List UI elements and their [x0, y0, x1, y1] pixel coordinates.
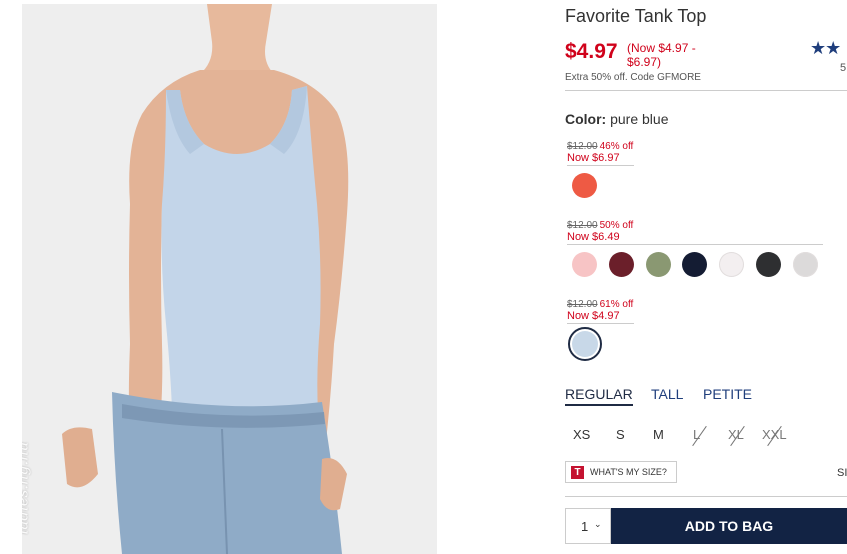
rating-stars[interactable]: ★★ — [810, 38, 841, 59]
product-image[interactable]: ladies.ng.nu — [22, 4, 437, 554]
color-swatch-heather-grey[interactable] — [793, 252, 818, 277]
sale-price: $4.97 — [565, 40, 618, 63]
color-value: pure blue — [610, 111, 669, 127]
discount-percent: 50% off — [599, 220, 634, 231]
tab-fit-regular[interactable]: REGULAR — [565, 386, 633, 406]
price-tier-3: $12.00 61% off Now $4.97 — [567, 299, 633, 322]
original-price: $12.00 — [567, 141, 598, 152]
color-swatch-olive[interactable] — [646, 252, 671, 277]
color-swatch-navy[interactable] — [682, 252, 707, 277]
divider — [565, 496, 847, 497]
true-fit-logo-icon: T — [571, 466, 584, 479]
color-swatch-coral[interactable] — [572, 173, 597, 198]
price-tier-1: $12.00 46% off Now $6.97 — [567, 141, 633, 164]
tier-now-price: Now $4.97 — [567, 310, 620, 322]
color-swatch-light-pink[interactable] — [572, 252, 597, 277]
product-title: Favorite Tank Top — [565, 6, 707, 26]
size-option-xs[interactable]: XS — [573, 427, 590, 442]
discount-percent: 61% off — [599, 299, 634, 310]
color-swatch-pure-blue-selected[interactable] — [568, 327, 602, 361]
divider — [565, 90, 847, 91]
original-price: $12.00 — [567, 220, 598, 231]
color-swatch-white[interactable] — [719, 252, 744, 277]
tab-fit-petite[interactable]: PETITE — [703, 386, 752, 402]
tier-divider — [567, 165, 634, 166]
tier-divider — [567, 323, 634, 324]
whats-my-size-button[interactable]: T WHAT'S MY SIZE? — [565, 461, 677, 483]
discount-percent: 46% off — [599, 141, 634, 152]
model-illustration — [22, 4, 437, 554]
quantity-select[interactable]: 1 ⌄ — [565, 508, 611, 544]
size-option-m[interactable]: M — [653, 427, 664, 442]
whats-my-size-label: WHAT'S MY SIZE? — [590, 467, 667, 477]
color-swatch-charcoal[interactable] — [756, 252, 781, 277]
original-price: $12.00 — [567, 299, 598, 310]
tier-now-price: Now $6.49 — [567, 231, 620, 243]
tier-divider — [567, 244, 823, 245]
tier-now-price: Now $6.97 — [567, 152, 620, 164]
color-label: Color: pure blue — [565, 111, 669, 127]
color-label-title: Color: — [565, 111, 607, 127]
price-range: (Now $4.97 - $6.97) — [627, 41, 696, 69]
color-swatch-burgundy[interactable] — [609, 252, 634, 277]
tab-fit-tall[interactable]: TALL — [651, 386, 683, 402]
size-option-s[interactable]: S — [616, 427, 625, 442]
watermark: ladies.ng.nu — [22, 441, 32, 535]
add-to-bag-button[interactable]: ADD TO BAG — [611, 508, 847, 544]
quantity-value: 1 — [581, 519, 589, 534]
reviews-count[interactable]: 5 — [840, 62, 846, 74]
size-guide-link[interactable]: SI — [837, 467, 847, 479]
chevron-down-icon: ⌄ — [594, 519, 602, 529]
price-tier-2: $12.00 50% off Now $6.49 — [567, 220, 633, 243]
promo-text: Extra 50% off. Code GFMORE — [565, 72, 701, 83]
